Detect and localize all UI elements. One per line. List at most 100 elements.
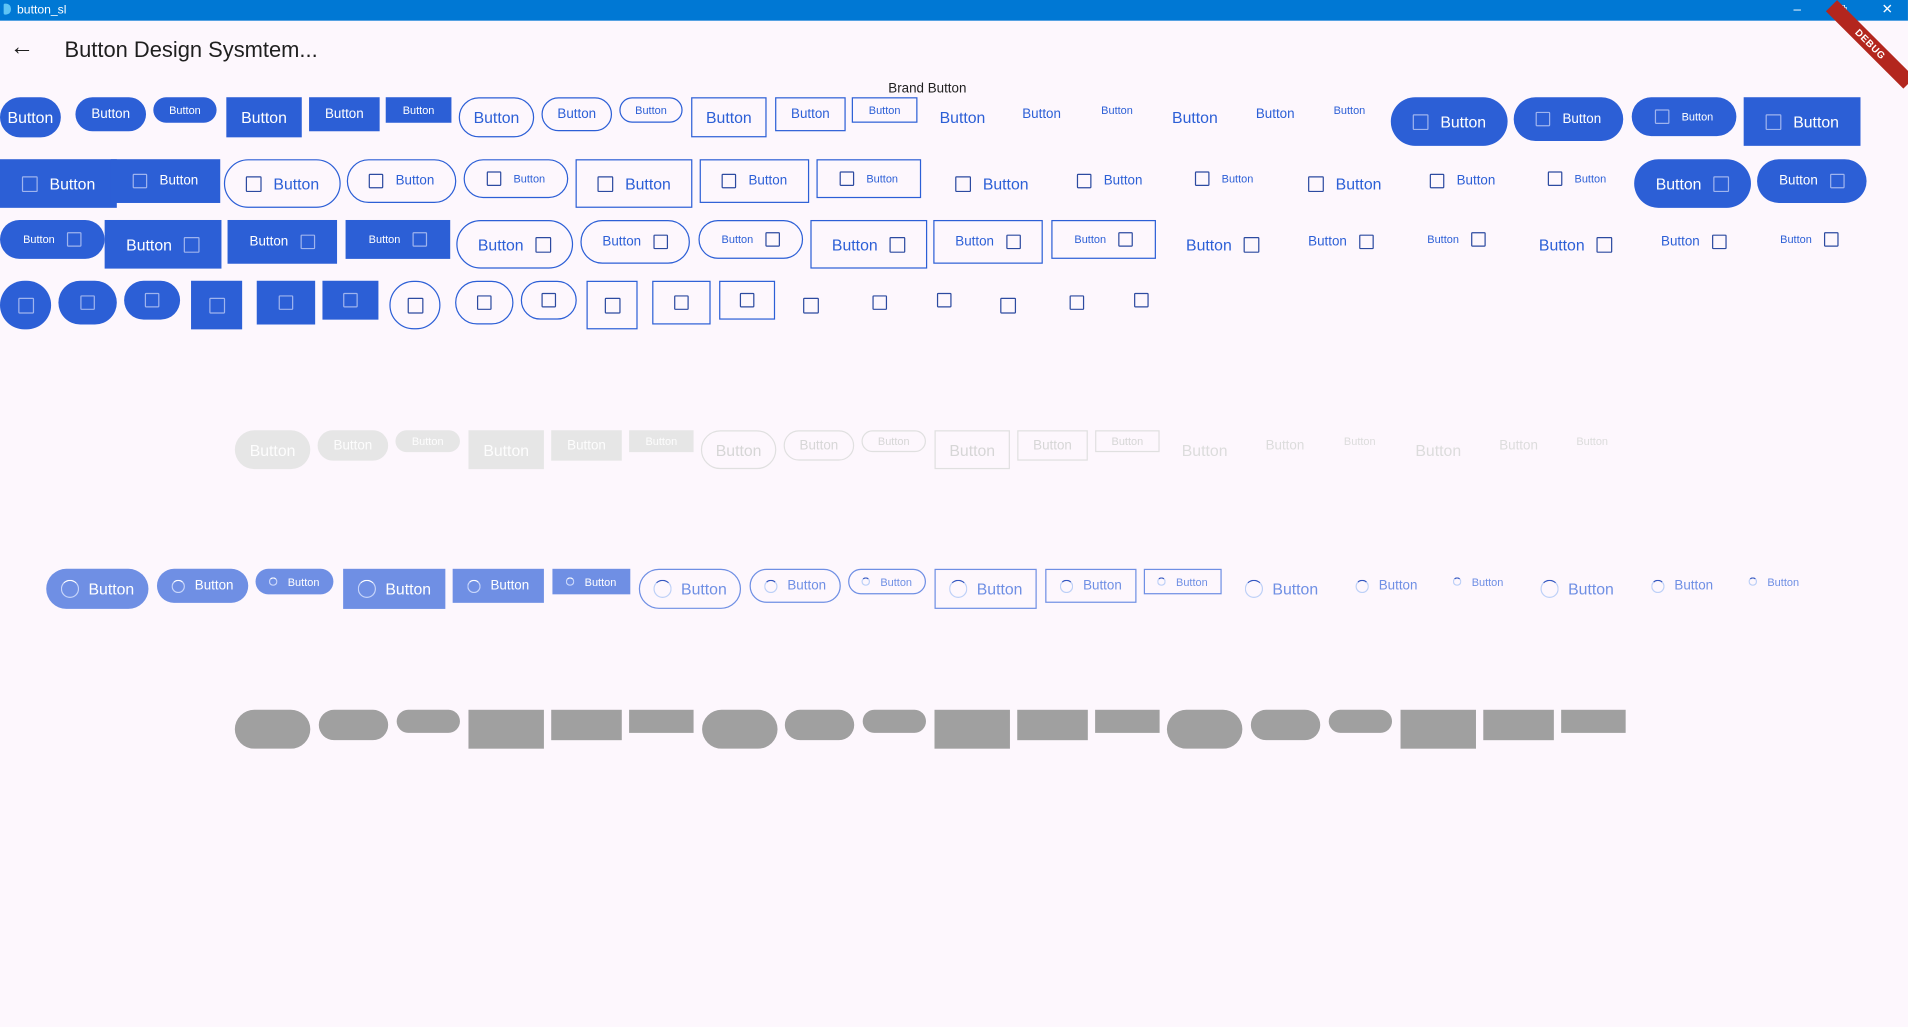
icon-only-button[interactable] bbox=[982, 281, 1033, 330]
brand-button-with-icon[interactable]: Button bbox=[575, 159, 693, 208]
brand-button[interactable]: Button bbox=[0, 97, 61, 138]
brand-button-with-icon[interactable]: Button bbox=[1055, 159, 1165, 203]
button-label: Button bbox=[1255, 106, 1295, 122]
minimize-button[interactable]: – bbox=[1773, 0, 1822, 21]
button-label: Button bbox=[249, 440, 296, 459]
checkbox-outline-icon bbox=[17, 297, 34, 313]
brand-button-with-icon[interactable]: Button bbox=[1631, 97, 1737, 137]
button-label: Button bbox=[333, 438, 373, 453]
brand-button[interactable]: Button bbox=[1157, 97, 1232, 137]
brand-button-with-icon[interactable]: Button bbox=[463, 159, 569, 199]
brand-button-trailing-icon[interactable]: Button bbox=[104, 219, 222, 269]
brand-button-with-icon[interactable]: Button bbox=[1286, 159, 1403, 208]
brand-button[interactable]: Button bbox=[385, 97, 452, 123]
brand-button[interactable]: Button bbox=[226, 97, 302, 138]
icon-only-button[interactable] bbox=[586, 280, 638, 330]
brand-button-with-icon[interactable]: Button bbox=[223, 159, 341, 208]
button-label: Button bbox=[787, 578, 827, 594]
brand-button[interactable]: Button bbox=[775, 97, 846, 132]
icon-only-button[interactable] bbox=[0, 280, 52, 330]
brand-button-with-icon[interactable]: Button bbox=[110, 159, 221, 203]
brand-button[interactable]: Button bbox=[153, 97, 217, 123]
brand-button-trailing-icon[interactable]: Button bbox=[1639, 220, 1749, 264]
brand-button-with-icon[interactable]: Button bbox=[699, 159, 810, 203]
loading-button: Button bbox=[552, 568, 631, 595]
brand-button-trailing-icon[interactable]: Button bbox=[456, 219, 574, 269]
checkbox-outline-icon bbox=[245, 175, 262, 192]
brand-button[interactable]: Button bbox=[1318, 97, 1381, 123]
loading-button: Button bbox=[638, 568, 742, 609]
brand-button[interactable]: Button bbox=[925, 97, 1000, 137]
brand-button-with-icon[interactable]: Button bbox=[1525, 159, 1630, 198]
brand-button-with-icon[interactable]: Button bbox=[1408, 159, 1518, 203]
brand-button[interactable]: Button bbox=[691, 97, 767, 138]
skeleton-placeholder bbox=[1250, 709, 1321, 741]
brand-button-trailing-icon[interactable]: Button bbox=[1634, 159, 1751, 208]
brand-button[interactable]: Button bbox=[851, 97, 918, 123]
brand-button-trailing-icon[interactable]: Button bbox=[810, 219, 928, 269]
brand-button-with-icon[interactable]: Button bbox=[933, 159, 1050, 208]
button-label: Button bbox=[49, 174, 96, 193]
icon-only-button[interactable] bbox=[191, 280, 243, 330]
icon-only-button[interactable] bbox=[322, 280, 379, 320]
button-label: Button bbox=[241, 108, 287, 127]
button-label: Button bbox=[368, 233, 401, 246]
icon-only-button[interactable] bbox=[124, 280, 181, 320]
brand-button[interactable]: Button bbox=[1006, 97, 1077, 131]
brand-button-trailing-icon[interactable]: Button bbox=[1051, 219, 1156, 259]
button-label: Button bbox=[1568, 579, 1614, 598]
brand-button[interactable]: Button bbox=[1085, 97, 1148, 123]
checkbox-outline-icon bbox=[144, 292, 160, 308]
brand-button-with-icon[interactable]: Button bbox=[1390, 97, 1508, 146]
brand-button-trailing-icon[interactable]: Button bbox=[227, 219, 338, 264]
brand-button[interactable]: Button bbox=[541, 97, 613, 132]
icon-only-button[interactable] bbox=[455, 280, 514, 325]
icon-only-button[interactable] bbox=[389, 280, 441, 330]
icon-only-button[interactable] bbox=[1048, 281, 1106, 325]
back-arrow-icon[interactable]: ← bbox=[7, 33, 36, 62]
icon-only-button[interactable] bbox=[1113, 281, 1169, 320]
button-label: Button bbox=[1022, 106, 1061, 122]
button-label: Button bbox=[635, 103, 667, 117]
icon-only-button[interactable] bbox=[916, 281, 972, 320]
brand-button-with-icon[interactable]: Button bbox=[1172, 159, 1277, 198]
icon-only-button[interactable] bbox=[520, 280, 577, 320]
brand-button-trailing-icon[interactable]: Button bbox=[580, 219, 690, 264]
brand-button[interactable]: Button bbox=[1240, 97, 1311, 131]
loading-button: Button bbox=[848, 568, 926, 595]
icon-only-button[interactable] bbox=[785, 281, 836, 330]
brand-button-trailing-icon[interactable]: Button bbox=[1286, 220, 1396, 264]
checkbox-outline-icon bbox=[1194, 171, 1210, 186]
icon-only-button[interactable] bbox=[719, 280, 776, 320]
brand-button-trailing-icon[interactable]: Button bbox=[1164, 220, 1281, 269]
brand-button-trailing-icon[interactable]: Button bbox=[1757, 220, 1862, 259]
brand-button-trailing-icon[interactable]: Button bbox=[1404, 220, 1509, 259]
button-label: Button bbox=[799, 438, 839, 453]
close-window-button[interactable]: ✕ bbox=[1863, 0, 1908, 21]
brand-button-with-icon[interactable]: Button bbox=[1513, 97, 1624, 141]
brand-button[interactable]: Button bbox=[75, 97, 147, 132]
button-label: Button bbox=[1499, 438, 1538, 453]
button-label: Button bbox=[976, 579, 1023, 598]
brand-button-trailing-icon[interactable]: Button bbox=[345, 219, 451, 259]
checkbox-outline-icon bbox=[1243, 236, 1260, 253]
brand-button-with-icon[interactable]: Button bbox=[346, 159, 457, 203]
brand-button-with-icon[interactable]: Button bbox=[816, 159, 922, 199]
brand-button[interactable]: Button bbox=[619, 97, 683, 123]
brand-button[interactable]: Button bbox=[309, 97, 380, 132]
brand-button-trailing-icon[interactable]: Button bbox=[1757, 159, 1867, 203]
skeleton-placeholder bbox=[1095, 709, 1160, 733]
icon-only-button[interactable] bbox=[256, 280, 316, 325]
brand-button-trailing-icon[interactable]: Button bbox=[0, 219, 105, 259]
icon-only-button[interactable] bbox=[851, 281, 909, 325]
button-label: Button bbox=[273, 174, 320, 193]
icon-only-button[interactable] bbox=[652, 280, 711, 325]
brand-button[interactable]: Button bbox=[458, 97, 535, 138]
icon-only-button[interactable] bbox=[58, 280, 117, 325]
brand-button-trailing-icon[interactable]: Button bbox=[698, 219, 804, 259]
brand-button-trailing-icon[interactable]: Button bbox=[933, 219, 1043, 264]
loading-spinner-icon bbox=[1059, 579, 1074, 593]
brand-button-with-icon[interactable]: Button bbox=[0, 159, 117, 208]
brand-button-trailing-icon[interactable]: Button bbox=[1517, 220, 1634, 269]
brand-button-with-icon[interactable]: Button bbox=[1743, 97, 1861, 146]
